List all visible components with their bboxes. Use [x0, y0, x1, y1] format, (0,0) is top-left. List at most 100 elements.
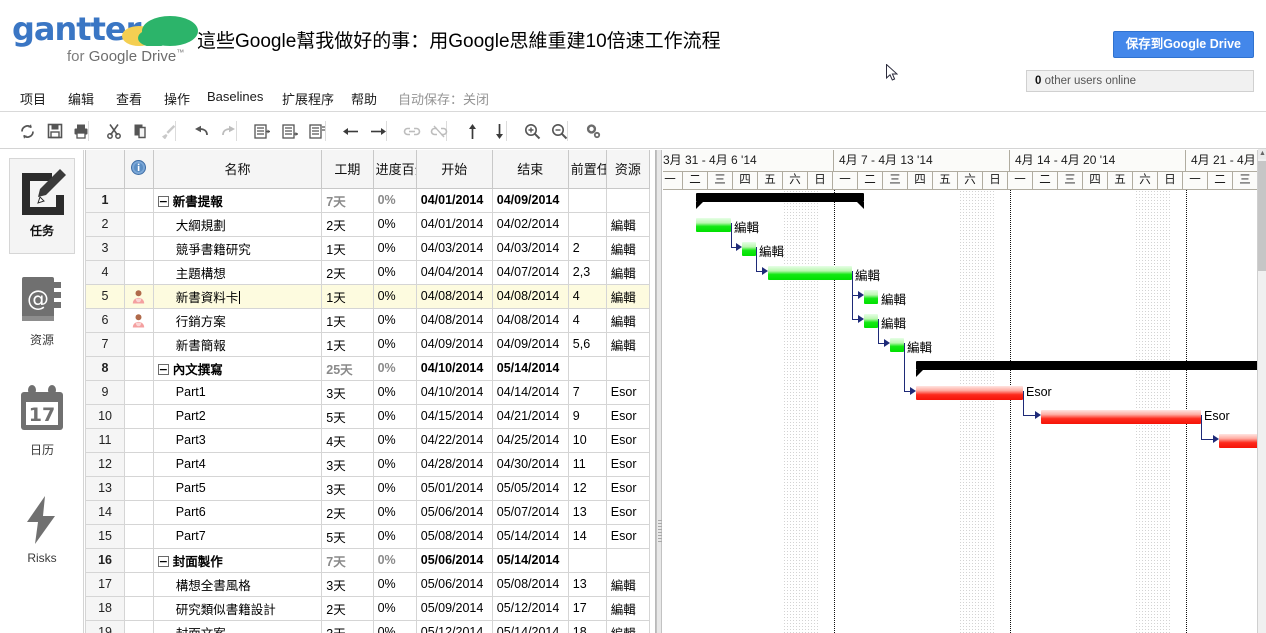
- zoom-out-icon[interactable]: [546, 118, 572, 144]
- cell-percent-complete[interactable]: 0%: [373, 500, 416, 524]
- cell-predecessor[interactable]: 2: [568, 236, 606, 260]
- cell-duration[interactable]: 1天: [322, 332, 373, 356]
- row-indicator[interactable]: [125, 476, 154, 500]
- table-row[interactable]: 8−內文撰寫25天0%04/10/201405/14/2014: [86, 356, 650, 380]
- cell-start-date[interactable]: 04/10/2014: [416, 380, 492, 404]
- table-row[interactable]: 3競爭書籍研究1天0%04/03/201404/03/20142編輯: [86, 236, 650, 260]
- col-header-percent[interactable]: 进度百分: [373, 150, 416, 188]
- cell-percent-complete[interactable]: 0%: [373, 476, 416, 500]
- print-icon[interactable]: [68, 118, 94, 144]
- row-indicator[interactable]: [125, 548, 154, 572]
- menu-project[interactable]: 项目: [20, 89, 46, 108]
- cell-percent-complete[interactable]: 0%: [373, 620, 416, 633]
- cell-task-name[interactable]: 研究類似書籍設計: [153, 596, 321, 620]
- row-indicator[interactable]: [125, 596, 154, 620]
- cell-predecessor[interactable]: 13: [568, 572, 606, 596]
- splitter-grip[interactable]: [658, 520, 662, 542]
- cell-end-date[interactable]: 04/09/2014: [492, 332, 568, 356]
- cell-percent-complete[interactable]: 0%: [373, 356, 416, 380]
- save-icon[interactable]: [42, 118, 68, 144]
- cell-duration[interactable]: 1天: [322, 284, 373, 308]
- row-indicator[interactable]: [125, 524, 154, 548]
- table-row[interactable]: 14Part62天0%05/06/201405/07/201413Esor: [86, 500, 650, 524]
- cell-start-date[interactable]: 05/06/2014: [416, 500, 492, 524]
- refresh-icon[interactable]: [14, 118, 40, 144]
- scroll-up-arrow[interactable]: ▲: [1258, 149, 1266, 159]
- cell-duration[interactable]: 3天: [322, 572, 373, 596]
- gantt-task-bar[interactable]: [916, 386, 1023, 400]
- row-number[interactable]: 5: [86, 284, 125, 308]
- row-number[interactable]: 19: [86, 620, 125, 633]
- cell-predecessor[interactable]: 12: [568, 476, 606, 500]
- menu-help[interactable]: 帮助: [351, 89, 377, 108]
- cell-duration[interactable]: 2天: [322, 500, 373, 524]
- cell-task-name[interactable]: Part4: [153, 452, 321, 476]
- cell-end-date[interactable]: 04/03/2014: [492, 236, 568, 260]
- cell-end-date[interactable]: 04/07/2014: [492, 260, 568, 284]
- row-indicator[interactable]: [125, 620, 154, 633]
- cell-resource[interactable]: Esor: [606, 380, 649, 404]
- row-indicator[interactable]: [125, 380, 154, 404]
- undo-icon[interactable]: [188, 118, 214, 144]
- cell-end-date[interactable]: 04/02/2014: [492, 212, 568, 236]
- cell-duration[interactable]: 4天: [322, 428, 373, 452]
- row-indicator[interactable]: [125, 404, 154, 428]
- cell-start-date[interactable]: 05/12/2014: [416, 620, 492, 633]
- cell-start-date[interactable]: 05/06/2014: [416, 548, 492, 572]
- cell-end-date[interactable]: 05/08/2014: [492, 572, 568, 596]
- zoom-in-icon[interactable]: [519, 118, 545, 144]
- cell-start-date[interactable]: 04/09/2014: [416, 332, 492, 356]
- cell-predecessor[interactable]: 4: [568, 284, 606, 308]
- cell-predecessor[interactable]: 11: [568, 452, 606, 476]
- cell-resource[interactable]: [606, 188, 649, 212]
- cell-duration[interactable]: 3天: [322, 380, 373, 404]
- gantt-task-bar[interactable]: [864, 290, 878, 304]
- row-number[interactable]: 12: [86, 452, 125, 476]
- cell-end-date[interactable]: 05/14/2014: [492, 620, 568, 633]
- cell-task-name[interactable]: Part7: [153, 524, 321, 548]
- cell-start-date[interactable]: 04/15/2014: [416, 404, 492, 428]
- cell-predecessor[interactable]: 10: [568, 428, 606, 452]
- row-indicator[interactable]: [125, 236, 154, 260]
- row-indicator[interactable]: [125, 428, 154, 452]
- cell-end-date[interactable]: 05/07/2014: [492, 500, 568, 524]
- row-number[interactable]: 1: [86, 188, 125, 212]
- cell-start-date[interactable]: 05/01/2014: [416, 476, 492, 500]
- cell-resource[interactable]: 編輯: [606, 572, 649, 596]
- cell-predecessor[interactable]: [568, 212, 606, 236]
- cell-start-date[interactable]: 04/04/2014: [416, 260, 492, 284]
- cell-predecessor[interactable]: 13: [568, 500, 606, 524]
- row-number[interactable]: 4: [86, 260, 125, 284]
- cell-duration[interactable]: 2天: [322, 596, 373, 620]
- row-number[interactable]: 11: [86, 428, 125, 452]
- insert-task-icon[interactable]: [304, 118, 330, 144]
- cell-resource[interactable]: 編輯: [606, 212, 649, 236]
- row-number[interactable]: 14: [86, 500, 125, 524]
- table-row[interactable]: 7新書簡報1天0%04/09/201404/09/20145,6編輯: [86, 332, 650, 356]
- cell-duration[interactable]: 7天: [322, 188, 373, 212]
- cell-percent-complete[interactable]: 0%: [373, 380, 416, 404]
- cut-icon[interactable]: [101, 118, 127, 144]
- gantt-task-bar[interactable]: [864, 314, 878, 328]
- row-indicator[interactable]: [125, 284, 154, 308]
- grid-gantt-splitter[interactable]: [656, 150, 662, 633]
- cell-predecessor[interactable]: 4: [568, 308, 606, 332]
- cell-task-name[interactable]: Part6: [153, 500, 321, 524]
- cell-end-date[interactable]: 05/12/2014: [492, 596, 568, 620]
- cell-resource[interactable]: Esor: [606, 476, 649, 500]
- cell-end-date[interactable]: 05/14/2014: [492, 356, 568, 380]
- table-row[interactable]: 10Part25天0%04/15/201404/21/20149Esor: [86, 404, 650, 428]
- cell-end-date[interactable]: 04/21/2014: [492, 404, 568, 428]
- collapse-toggle-icon[interactable]: −: [158, 196, 169, 207]
- cell-end-date[interactable]: 04/08/2014: [492, 284, 568, 308]
- cell-predecessor[interactable]: 2,3: [568, 260, 606, 284]
- cell-resource[interactable]: [606, 356, 649, 380]
- cell-task-name[interactable]: Part1: [153, 380, 321, 404]
- link-icon[interactable]: [399, 118, 425, 144]
- cell-resource[interactable]: 編輯: [606, 308, 649, 332]
- row-indicator[interactable]: [125, 572, 154, 596]
- table-row[interactable]: 12Part43天0%04/28/201404/30/201411Esor: [86, 452, 650, 476]
- gantt-task-bar[interactable]: [696, 218, 731, 232]
- cell-start-date[interactable]: 04/28/2014: [416, 452, 492, 476]
- col-header-end[interactable]: 结束: [492, 150, 568, 188]
